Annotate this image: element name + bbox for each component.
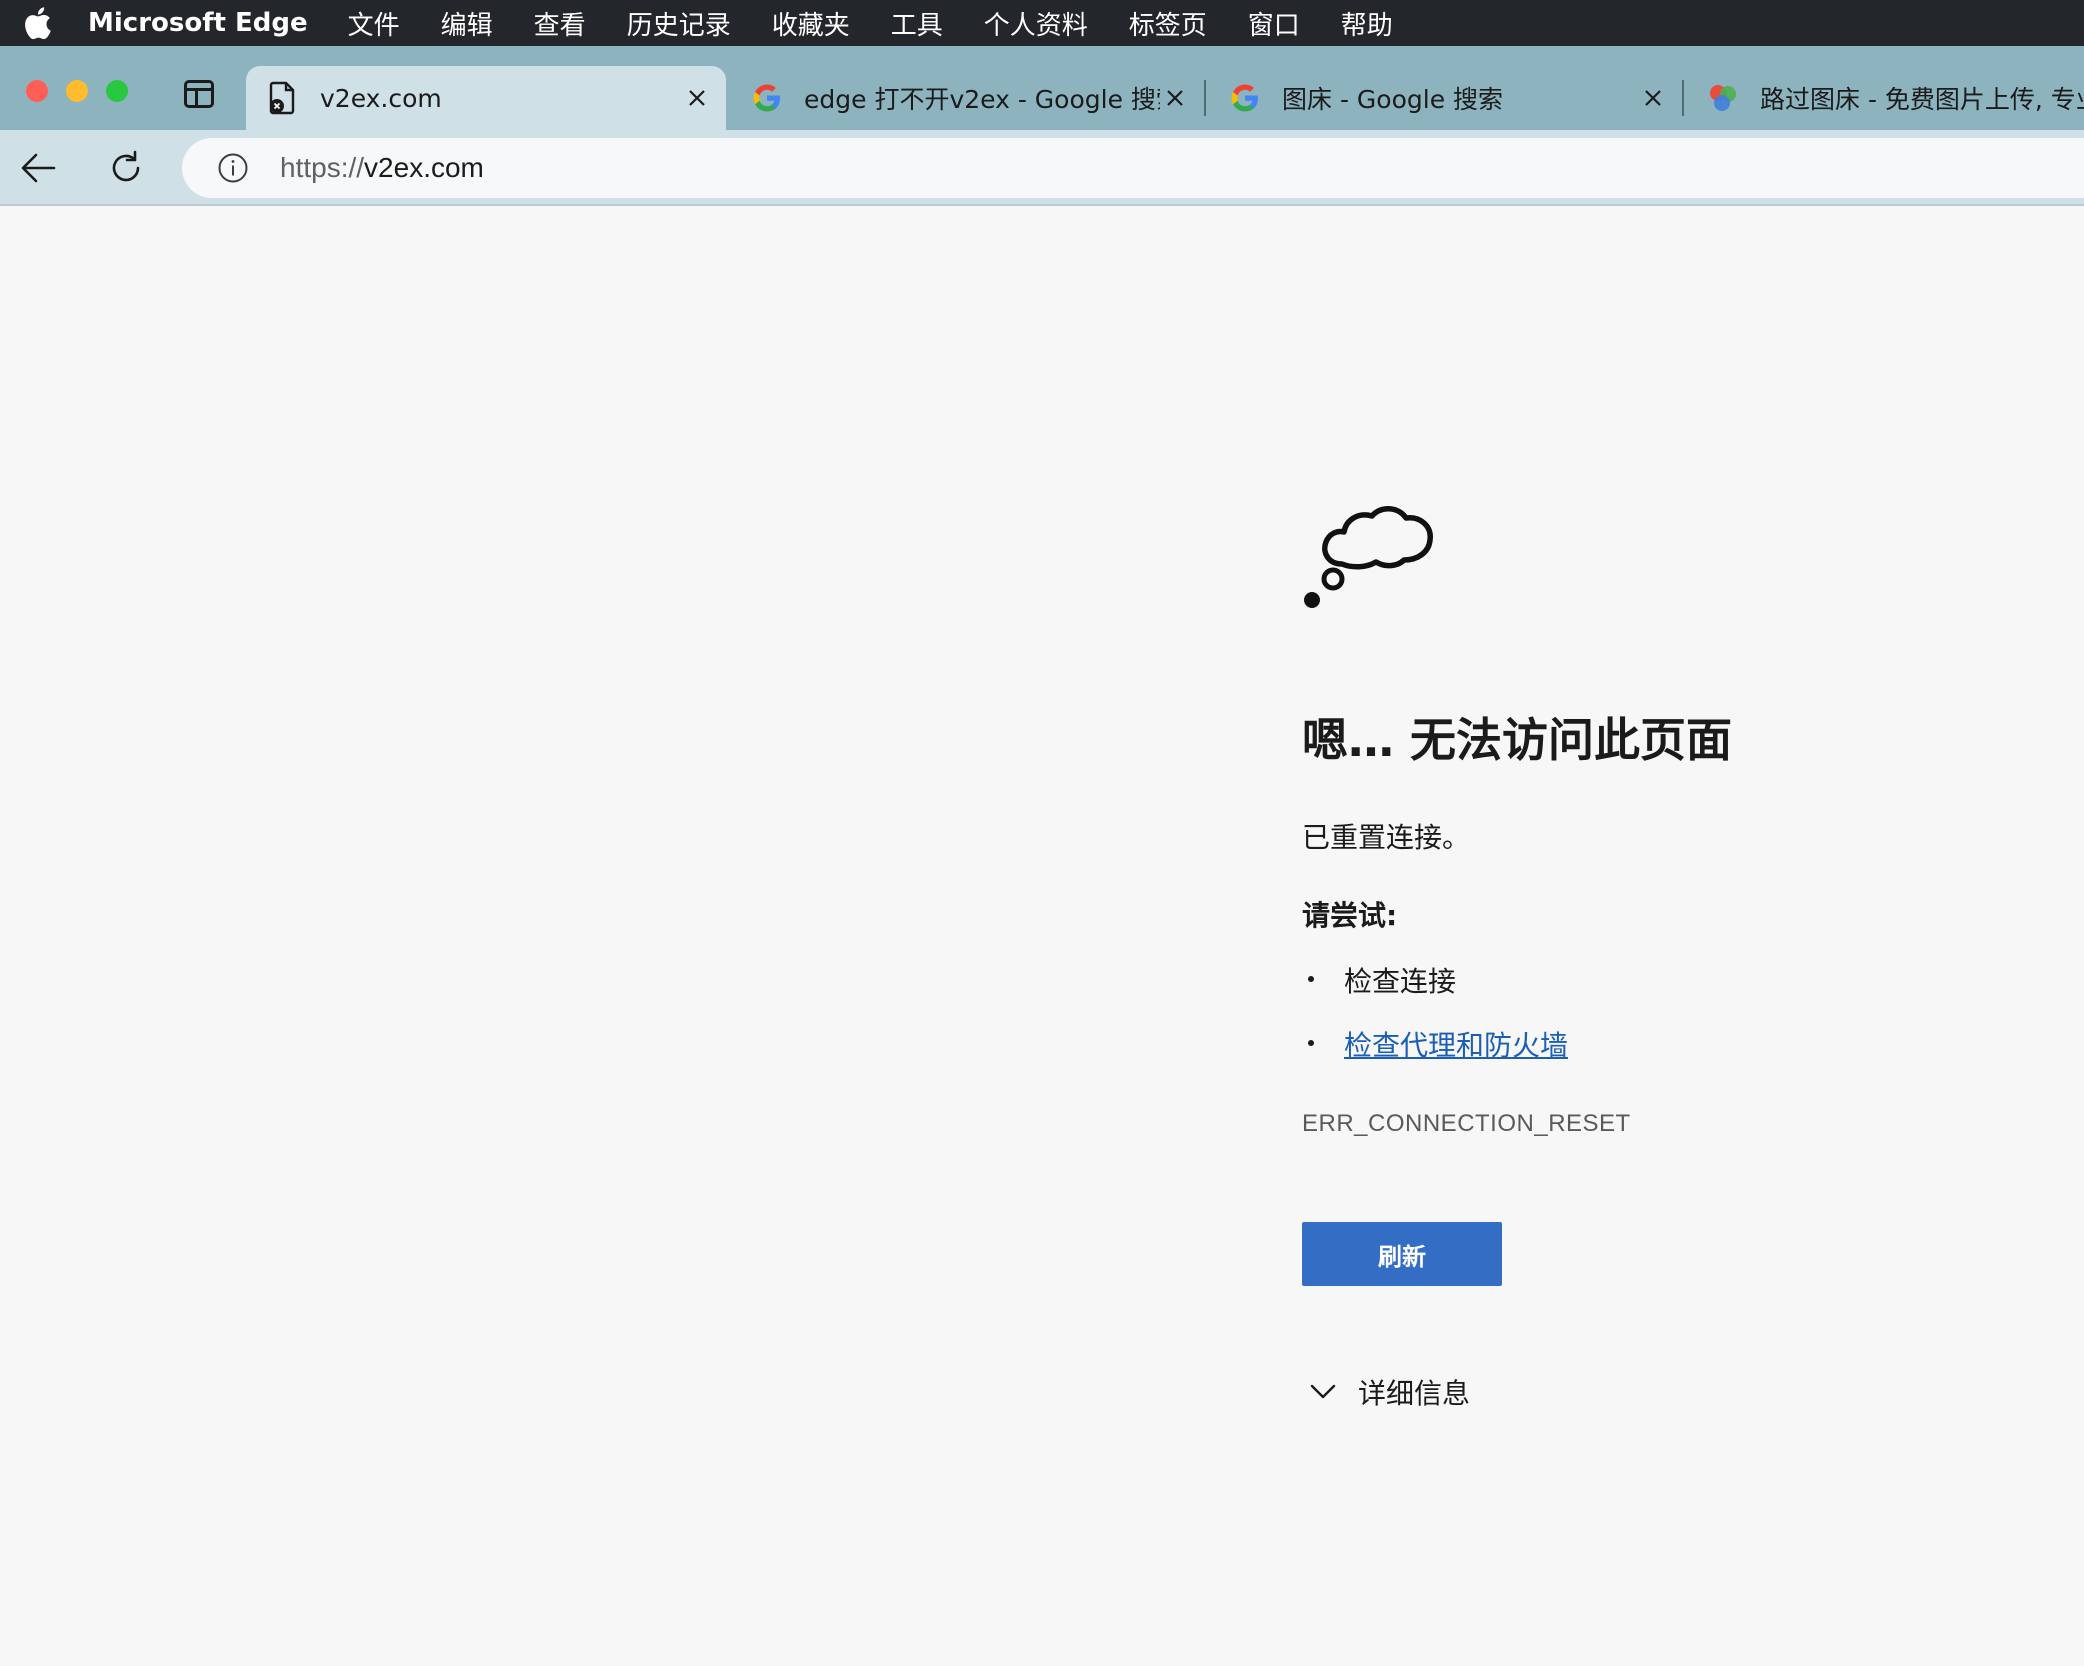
tab-imgbed-site[interactable]: 路过图床 - 免费图片上传, 专业图 bbox=[1686, 66, 2084, 130]
details-toggle[interactable]: 详细信息 bbox=[1308, 1372, 1470, 1412]
menu-app-name[interactable]: Microsoft Edge bbox=[88, 8, 308, 38]
thought-cloud-icon bbox=[1302, 460, 1462, 620]
broken-page-icon bbox=[266, 81, 300, 115]
tab-separator bbox=[1682, 80, 1684, 116]
reload-button[interactable] bbox=[102, 144, 150, 192]
zoom-window-button[interactable] bbox=[106, 80, 128, 102]
bullet-icon bbox=[1308, 976, 1314, 982]
suggestion-proxy-firewall-link[interactable]: 检查代理和防火墙 bbox=[1344, 1029, 1568, 1062]
tab-title: 路过图床 - 免费图片上传, 专业图 bbox=[1760, 85, 2084, 114]
list-item: 检查代理和防火墙 bbox=[1302, 1024, 1568, 1088]
menu-item-tabs[interactable]: 标签页 bbox=[1129, 5, 1207, 42]
url-scheme: https:// bbox=[280, 152, 365, 183]
close-tab-icon[interactable] bbox=[1638, 83, 1668, 113]
menu-item-edit[interactable]: 编辑 bbox=[441, 5, 493, 42]
menu-item-favorites[interactable]: 收藏夹 bbox=[772, 5, 850, 42]
tab-separator bbox=[1204, 80, 1206, 116]
page-content: 嗯… 无法访问此页面 已重置连接。 请尝试: 检查连接 检查代理和防火墙 ERR… bbox=[0, 208, 2084, 1666]
url-text[interactable]: https://v2ex.com bbox=[280, 152, 484, 184]
menu-item-view[interactable]: 查看 bbox=[534, 5, 586, 42]
tab-google-search-edge[interactable]: edge 打不开v2ex - Google 搜索 bbox=[730, 66, 1204, 130]
tab-strip: v2ex.com edge 打不开v2ex - Google 搜索 图床 - G… bbox=[0, 46, 2084, 130]
details-label: 详细信息 bbox=[1358, 1377, 1471, 1410]
chevron-down-icon bbox=[1308, 1377, 1338, 1407]
tab-title: 图床 - Google 搜索 bbox=[1282, 85, 1504, 114]
suggestion-check-connection: 检查连接 bbox=[1344, 965, 1457, 998]
try-label: 请尝试: bbox=[1302, 899, 1398, 932]
tab-title: edge 打不开v2ex - Google 搜索 bbox=[804, 85, 1160, 114]
arrow-left-icon bbox=[21, 153, 56, 183]
error-code: ERR_CONNECTION_RESET bbox=[1302, 1110, 1631, 1137]
back-button[interactable] bbox=[14, 144, 62, 192]
menu-item-file[interactable]: 文件 bbox=[348, 5, 400, 42]
apple-icon[interactable] bbox=[20, 6, 54, 40]
reload-icon bbox=[112, 150, 140, 182]
tab-v2ex[interactable]: v2ex.com bbox=[246, 66, 726, 130]
refresh-button[interactable]: 刷新 bbox=[1302, 1222, 1502, 1286]
address-bar[interactable]: https://v2ex.com bbox=[182, 138, 2084, 198]
close-window-button[interactable] bbox=[26, 80, 48, 102]
menu-item-profile[interactable]: 个人资料 bbox=[984, 5, 1088, 42]
tab-title: v2ex.com bbox=[320, 83, 442, 113]
google-icon bbox=[750, 81, 784, 115]
menu-bar: Microsoft Edge 文件 编辑 查看 历史记录 收藏夹 工具 个人资料… bbox=[0, 0, 2084, 46]
url-host: v2ex.com bbox=[364, 152, 484, 183]
close-tab-icon[interactable] bbox=[1160, 83, 1190, 113]
error-headline: 嗯… 无法访问此页面 bbox=[1302, 713, 1733, 767]
bullet-icon bbox=[1308, 1040, 1314, 1046]
list-item: 检查连接 bbox=[1302, 960, 1568, 1024]
tab-google-search-imgbed[interactable]: 图床 - Google 搜索 bbox=[1208, 66, 1682, 130]
imgbed-icon bbox=[1706, 81, 1740, 115]
close-tab-icon[interactable] bbox=[682, 83, 712, 113]
minimize-window-button[interactable] bbox=[66, 80, 88, 102]
site-info-icon[interactable] bbox=[216, 151, 250, 185]
tab-actions-icon[interactable] bbox=[184, 80, 214, 108]
toolbar: https://v2ex.com bbox=[0, 130, 2084, 206]
suggestion-list: 检查连接 检查代理和防火墙 bbox=[1302, 960, 1568, 1088]
error-status: 已重置连接。 bbox=[1302, 821, 1471, 854]
menu-item-tools[interactable]: 工具 bbox=[891, 5, 943, 42]
menu-item-help[interactable]: 帮助 bbox=[1341, 5, 1393, 42]
google-icon bbox=[1228, 81, 1262, 115]
menu-item-window[interactable]: 窗口 bbox=[1248, 5, 1300, 42]
menu-item-history[interactable]: 历史记录 bbox=[627, 5, 731, 42]
